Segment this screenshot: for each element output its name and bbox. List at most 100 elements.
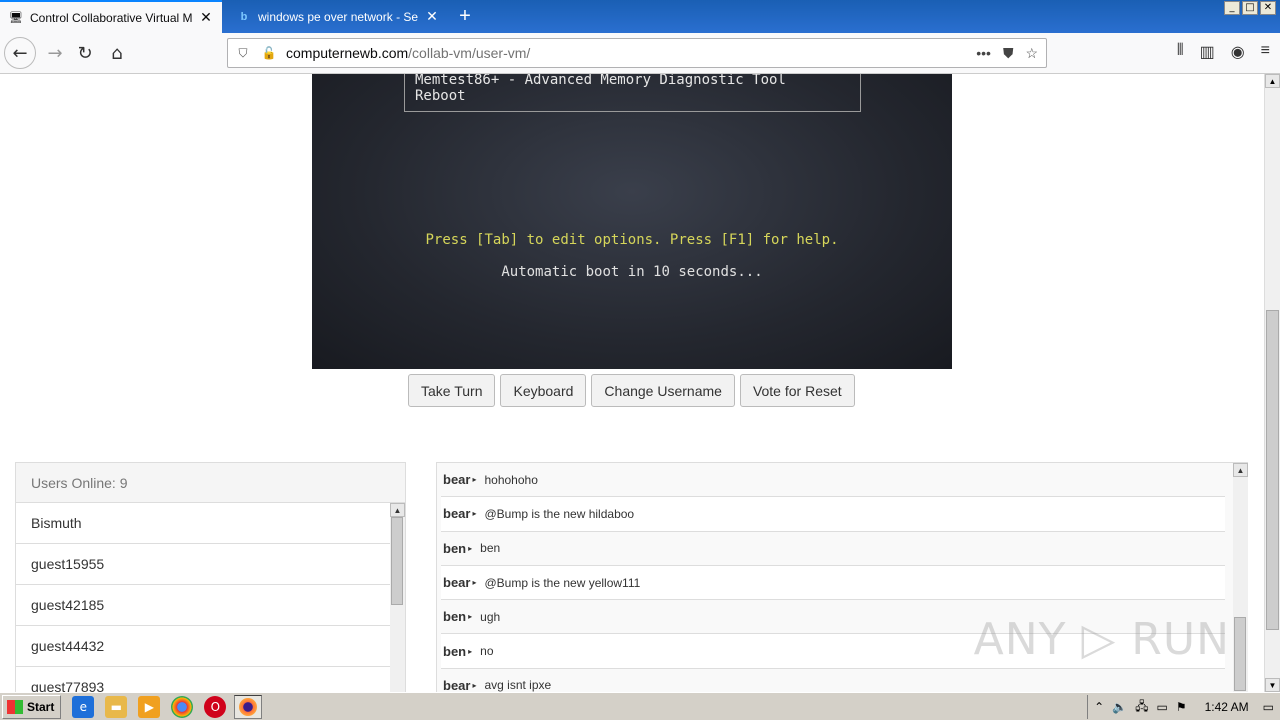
clock[interactable]: 1:42 AM	[1205, 700, 1249, 714]
internet-explorer-icon[interactable]: e	[72, 695, 95, 718]
bookmark-star-icon[interactable]: ☆	[1025, 45, 1038, 62]
chat-arrow-icon: ▸	[468, 646, 473, 656]
show-hidden-icons-icon[interactable]: ⌃	[1094, 700, 1104, 714]
chat-text: avg isnt ipxe	[484, 678, 552, 692]
chat-text: @Bump is the new hildaboo	[484, 506, 635, 521]
system-tray: ⌃ 🔈 🖧 ▭ ⚑ 1:42 AM ▭	[1087, 695, 1280, 719]
tab-title: windows pe over network - Search	[258, 9, 418, 24]
close-window-button[interactable]: ✕	[1260, 1, 1276, 15]
chat-message: ben ▸ ben	[441, 532, 1225, 566]
chat-arrow-icon: ▸	[472, 680, 477, 690]
tab-collabvm[interactable]: 🖥 Control Collaborative Virtual Machi ✕	[0, 0, 222, 33]
chat-arrow-icon: ▸	[472, 475, 477, 485]
chat-message: bear ▸ @Bump is the new hildaboo	[441, 497, 1225, 532]
chrome-icon[interactable]	[171, 695, 194, 718]
chat-message: bear ▸ avg isnt ipxe	[441, 669, 1225, 692]
chat-text: no	[480, 644, 494, 659]
bing-favicon-icon: b	[240, 10, 248, 23]
users-online-header: Users Online: 9	[16, 463, 405, 503]
windows-logo-icon	[7, 699, 23, 714]
reload-button[interactable]: ↻	[70, 39, 100, 67]
file-explorer-icon[interactable]: ▬	[105, 695, 128, 718]
menu-icon[interactable]: ≡	[1261, 42, 1270, 62]
media-player-icon[interactable]: ▶	[138, 695, 161, 718]
library-icon[interactable]: ⫴	[1177, 42, 1184, 62]
home-button[interactable]: ⌂	[102, 39, 132, 67]
users-scrollbar-thumb[interactable]	[391, 517, 403, 605]
scroll-up-arrow-icon[interactable]: ▲	[390, 503, 405, 517]
users-list[interactable]: Bismuth guest15955 guest42185 guest44432…	[16, 503, 390, 692]
opera-icon[interactable]: O	[204, 695, 227, 718]
pocket-icon[interactable]: ⛊	[1003, 45, 1014, 62]
url-text[interactable]: computernewb.com/collab-vm/user-vm/	[286, 45, 976, 61]
user-list-item[interactable]: Bismuth	[16, 503, 390, 544]
chat-arrow-icon: ▸	[468, 612, 473, 622]
firefox-taskbar-button[interactable]	[234, 694, 263, 719]
chat-username[interactable]: ben	[443, 644, 466, 659]
start-button[interactable]: Start	[2, 694, 62, 719]
vm-control-buttons: Take Turn Keyboard Change Username Vote …	[408, 374, 855, 407]
scroll-down-arrow-icon[interactable]: ▼	[1265, 678, 1280, 692]
change-username-button[interactable]: Change Username	[591, 374, 735, 407]
volume-icon[interactable]: 🔈	[1112, 700, 1127, 714]
scroll-up-arrow-icon[interactable]: ▲	[1265, 74, 1280, 88]
chat-username[interactable]: ben	[443, 541, 466, 556]
chat-arrow-icon: ▸	[472, 578, 477, 588]
insecure-lock-icon[interactable]: 🔓	[258, 46, 280, 60]
page-scrollbar-thumb[interactable]	[1266, 310, 1279, 630]
chat-arrow-icon: ▸	[468, 543, 473, 553]
window-controls: _ □ ✕	[1224, 1, 1276, 15]
address-bar[interactable]: ⛉ 🔓 computernewb.com/collab-vm/user-vm/ …	[227, 38, 1047, 68]
url-host: computernewb.com	[286, 45, 409, 61]
take-turn-button[interactable]: Take Turn	[408, 374, 496, 407]
chat-username[interactable]: bear	[443, 506, 470, 521]
account-icon[interactable]: ◉	[1231, 42, 1245, 62]
tab-title: Control Collaborative Virtual Machi	[30, 10, 192, 25]
users-panel: Users Online: 9 Bismuth guest15955 guest…	[15, 462, 406, 692]
minimize-button[interactable]: _	[1224, 1, 1240, 15]
chat-text: ben	[480, 541, 501, 556]
chat-message: bear ▸ @Bump is the new yellow111	[441, 565, 1225, 601]
chat-scrollbar[interactable]: ▲	[1233, 463, 1248, 692]
new-tab-button[interactable]: +	[452, 4, 478, 28]
url-path: /collab-vm/user-vm/	[408, 45, 531, 61]
chat-text: @Bump is the new yellow111	[484, 575, 641, 590]
network-icon[interactable]: 🖧	[1135, 697, 1148, 718]
auto-boot-countdown: Automatic boot in 10 seconds...	[501, 264, 763, 280]
chat-username[interactable]: ben	[443, 609, 466, 624]
boot-item-memtest: Memtest86+ - Advanced Memory Diagnostic …	[415, 74, 786, 88]
back-button[interactable]: ←	[4, 37, 36, 69]
shield-icon[interactable]: ⛉	[232, 46, 254, 61]
start-label: Start	[27, 699, 55, 714]
user-list-item[interactable]: guest42185	[16, 585, 390, 626]
collabvm-favicon-icon: 🖥	[9, 12, 23, 24]
chat-username[interactable]: bear	[443, 678, 470, 692]
keyboard-button[interactable]: Keyboard	[500, 374, 587, 407]
tab-bing-search[interactable]: b windows pe over network - Search ✕	[228, 0, 448, 33]
vote-reset-button[interactable]: Vote for Reset	[739, 374, 855, 407]
display-icon[interactable]: ▭	[1157, 700, 1168, 714]
close-tab-icon[interactable]: ✕	[198, 9, 214, 26]
close-tab-icon[interactable]: ✕	[424, 8, 440, 25]
user-list-item[interactable]: guest77893	[16, 667, 390, 692]
user-list-item[interactable]: guest44432	[16, 626, 390, 667]
sidebar-icon[interactable]: ▥	[1200, 42, 1215, 62]
user-list-item[interactable]: guest15955	[16, 544, 390, 585]
page-scrollbar[interactable]: ▲ ▼	[1264, 74, 1280, 692]
page-actions-icon[interactable]: •••	[976, 45, 991, 62]
chat-username[interactable]: bear	[443, 575, 470, 590]
chat-username[interactable]: bear	[443, 472, 470, 487]
scroll-up-arrow-icon[interactable]: ▲	[1233, 463, 1248, 477]
boot-help-text: Press [Tab] to edit options. Press [F1] …	[425, 232, 839, 248]
browser-tab-strip: 🖥 Control Collaborative Virtual Machi ✕ …	[0, 0, 1280, 33]
users-scrollbar[interactable]: ▲	[390, 503, 405, 692]
windows-taskbar: Start e ▬ ▶ O ⌃ 🔈 🖧 ▭ ⚑ 1:42 AM ▭	[0, 692, 1280, 720]
forward-button[interactable]: →	[40, 39, 70, 67]
action-center-flag-icon[interactable]: ⚑	[1176, 700, 1187, 714]
vm-display[interactable]: Memtest86+ - Advanced Memory Diagnostic …	[312, 74, 952, 369]
show-desktop-icon[interactable]: ▭	[1263, 700, 1274, 714]
chat-text: hohohoho	[484, 472, 538, 487]
maximize-button[interactable]: □	[1242, 1, 1258, 15]
navigation-toolbar: ← → ↻ ⌂ ⛉ 🔓 computernewb.com/collab-vm/u…	[0, 33, 1280, 74]
chat-scrollbar-thumb[interactable]	[1234, 617, 1246, 691]
